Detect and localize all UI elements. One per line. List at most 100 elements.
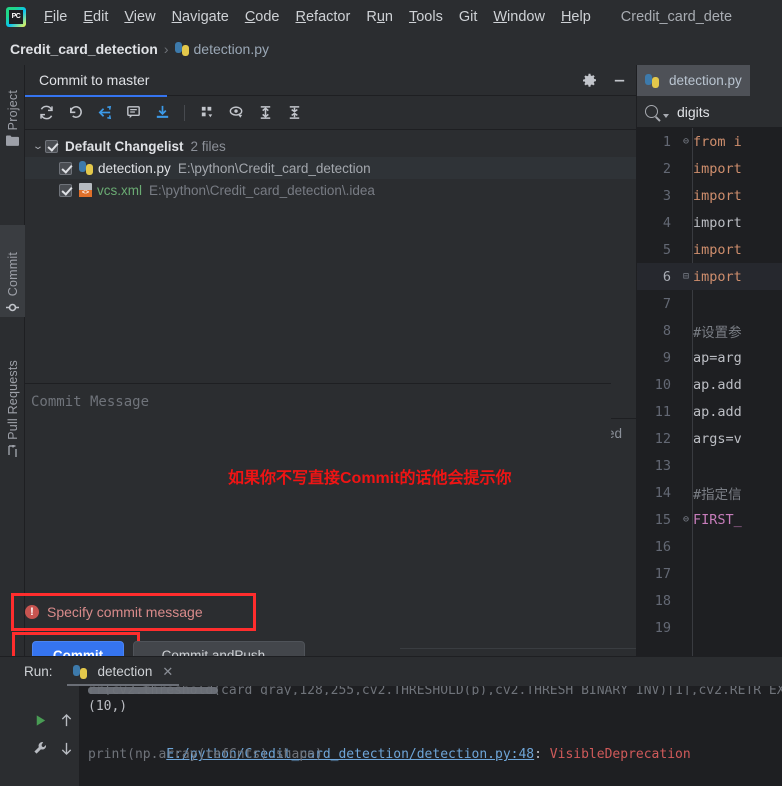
code-line[interactable]: 2 import [637, 155, 782, 182]
line-number: 15 [637, 512, 679, 528]
code-line[interactable]: 7 [637, 290, 782, 317]
code-line[interactable]: 17 [637, 560, 782, 587]
breadcrumb: Credit_card_detection › detection.py [0, 33, 782, 65]
code-text: #设置参 [693, 321, 742, 341]
code-line[interactable]: 18 [637, 587, 782, 614]
code-line[interactable]: 9ap=arg [637, 344, 782, 371]
breadcrumb-file[interactable]: detection.py [194, 41, 270, 57]
code-line[interactable]: 5import [637, 236, 782, 263]
editor-tab-label: detection.py [669, 73, 742, 88]
code-line[interactable]: 11 ap.add [637, 398, 782, 425]
expand-all-icon[interactable] [252, 100, 278, 126]
code-line[interactable]: 12args=v [637, 425, 782, 452]
code-text: import [693, 215, 742, 231]
changelist-row[interactable]: ⌄ Default Changelist 2 files [25, 135, 636, 157]
commit-error: ! Specify commit message [25, 601, 203, 623]
file-name: detection.py [98, 161, 171, 176]
console-line-clipped: rr(cv2.threshold(card_gray,128,255,cv2.T… [88, 686, 782, 695]
line-number: 14 [637, 485, 679, 501]
code-line[interactable]: 16 [637, 533, 782, 560]
gear-icon[interactable] [582, 73, 598, 89]
scroll-up-icon[interactable] [54, 708, 78, 732]
python-file-icon [645, 74, 659, 88]
collapse-all-icon[interactable] [281, 100, 307, 126]
refresh-icon[interactable] [33, 100, 59, 126]
code-line[interactable]: 10ap.add [637, 371, 782, 398]
line-number: 2 [637, 161, 679, 177]
line-number: 6 [637, 269, 679, 285]
rollback-icon[interactable] [62, 100, 88, 126]
close-icon[interactable]: ✕ [162, 664, 173, 680]
code-line[interactable]: 6⊟import [637, 263, 782, 290]
editor-pane: detection.py digits 1⊖from i 2 import 3impo… [636, 65, 782, 721]
menu-item-git[interactable]: Git [451, 7, 486, 27]
line-number: 13 [637, 458, 679, 474]
fold-marker-icon[interactable]: ⊟ [679, 271, 693, 282]
code-line[interactable]: 1⊖from i [637, 128, 782, 155]
code-line[interactable]: 13 [637, 452, 782, 479]
code-line[interactable]: 4import [637, 209, 782, 236]
tab-run-detection[interactable]: detection ✕ [67, 657, 180, 686]
code-line[interactable]: 19 [637, 614, 782, 641]
menu-item-file[interactable]: File [36, 7, 75, 27]
menu-item-tools[interactable]: Tools [401, 7, 451, 27]
sidebar-item-project[interactable]: Project [0, 71, 25, 149]
fold-marker-icon[interactable]: ⊖ [679, 514, 693, 525]
line-number: 11 [637, 404, 679, 420]
preview-diff-icon[interactable] [223, 100, 249, 126]
search-input[interactable]: digits [677, 104, 710, 120]
code-line[interactable]: 3import [637, 182, 782, 209]
minimize-icon[interactable] [612, 73, 628, 89]
menu-item-run[interactable]: Run [358, 7, 401, 27]
tab-commit-to-master[interactable]: Commit to master [25, 65, 167, 96]
menu-item-edit[interactable]: Edit [75, 7, 116, 27]
scroll-down-icon[interactable] [54, 736, 78, 760]
breadcrumb-project[interactable]: Credit_card_detection [10, 41, 158, 57]
group-by-icon[interactable] [194, 100, 220, 126]
code-line[interactable]: 14#指定信 [637, 479, 782, 506]
code-area[interactable]: 1⊖from i2import3import4import5import6⊟im… [637, 128, 782, 688]
tab-detection-py[interactable]: detection.py [637, 65, 750, 96]
diff-icon[interactable] [120, 100, 146, 126]
table-row[interactable]: detection.py E:\python\Credit_card_detec… [25, 157, 636, 179]
run-icon[interactable] [28, 708, 52, 732]
menu-item-navigate[interactable]: Navigate [164, 7, 237, 27]
code-text: ap=arg [693, 350, 742, 366]
run-tab-bar: Run: detection ✕ [0, 657, 782, 686]
file-checkbox[interactable] [59, 162, 72, 175]
error-icon: ! [25, 605, 39, 619]
menu-item-code[interactable]: Code [237, 7, 288, 27]
commit-panel-header: Commit to master [25, 65, 636, 96]
menu-item-help[interactable]: Help [553, 7, 599, 27]
window-title: Credit_card_dete [621, 9, 732, 25]
sidebar-item-pull-requests[interactable]: Pull Requests [0, 343, 25, 461]
commit-toolbar [25, 96, 636, 130]
update-icon[interactable] [149, 100, 175, 126]
python-file-icon [175, 42, 189, 56]
editor-search-bar[interactable]: digits [637, 96, 782, 128]
pull-request-icon [6, 445, 19, 461]
shelve-icon[interactable] [91, 100, 117, 126]
menu-item-view[interactable]: View [116, 7, 163, 27]
code-line[interactable]: 8#设置参 [637, 317, 782, 344]
code-text: ap.add [693, 404, 742, 420]
file-checkbox[interactable] [59, 184, 72, 197]
run-console[interactable]: rr(cv2.threshold(card_gray,128,255,cv2.T… [24, 686, 782, 786]
fold-marker-icon[interactable]: ⊖ [679, 136, 693, 147]
editor-tab-bar: detection.py [637, 65, 782, 96]
changelist-checkbox[interactable] [45, 140, 58, 153]
pycharm-logo-icon [6, 7, 26, 27]
table-row[interactable]: vcs.xml E:\python\Credit_card_detection\… [25, 179, 636, 201]
run-label: Run: [24, 664, 53, 679]
menu-item-window[interactable]: Window [485, 7, 553, 27]
breadcrumb-separator: › [164, 41, 169, 57]
line-number: 12 [637, 431, 679, 447]
commit-message-input[interactable]: Commit Message 如果你不写直接Commit的话他会提示你 [25, 383, 611, 586]
menu-item-refactor[interactable]: Refactor [288, 7, 359, 27]
code-text: import [693, 161, 742, 177]
code-line[interactable]: 15⊖FIRST_ [637, 506, 782, 533]
sidebar-item-commit[interactable]: Commit [0, 225, 25, 317]
console-error-text: VisibleDeprecation [550, 747, 691, 762]
settings-wrench-icon[interactable] [28, 736, 52, 760]
search-icon [645, 105, 658, 118]
